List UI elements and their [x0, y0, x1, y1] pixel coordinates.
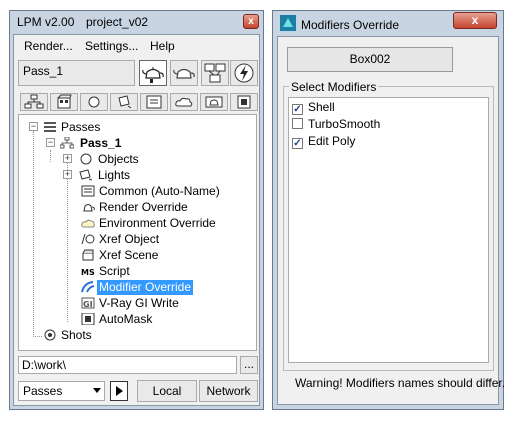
max-logo-icon — [280, 15, 296, 31]
teapot-icon — [83, 204, 95, 212]
browse-button[interactable]: ... — [240, 356, 258, 374]
quick-render-button[interactable] — [230, 60, 258, 86]
menu-settings[interactable]: Settings... — [85, 39, 138, 53]
environment-button[interactable] — [170, 93, 198, 111]
turbosmooth-checkbox[interactable] — [292, 118, 303, 129]
chevron-down-icon — [93, 388, 101, 393]
tree-item-automask[interactable]: AutoMask — [99, 312, 152, 327]
close-icon: x — [248, 16, 254, 27]
cloud-icon — [175, 97, 193, 107]
collapse-toggle[interactable]: − — [29, 122, 38, 131]
tree-line — [50, 150, 51, 162]
automask-button[interactable] — [230, 93, 258, 111]
mask-icon — [81, 313, 95, 325]
expand-toggle[interactable]: + — [63, 170, 72, 179]
tree-line — [33, 336, 42, 337]
select-modifiers-label: Select Modifiers — [289, 80, 379, 94]
sphere-icon — [88, 96, 100, 108]
list-icon — [44, 122, 56, 132]
gi-write-icon: GI — [81, 297, 95, 309]
clapper-icon — [57, 94, 72, 109]
lightning-icon — [234, 63, 254, 83]
current-pass-field[interactable]: Pass_1 — [18, 60, 135, 86]
hierarchy-icon — [24, 94, 44, 109]
modifier-row-turbosmooth[interactable]: TurboSmooth — [292, 117, 380, 132]
object-name-button[interactable]: Box002 — [287, 47, 453, 72]
clapper-icon — [82, 249, 94, 261]
tree-pass-1[interactable]: Pass_1 — [80, 136, 121, 151]
list-icon — [146, 95, 162, 109]
tree-item-xref-scene[interactable]: Xref Scene — [99, 248, 158, 263]
edit-poly-checkbox[interactable]: ✓ — [292, 138, 303, 149]
warning-text: Warning! Modifiers names should differ. — [295, 376, 506, 390]
output-path-field[interactable]: D:\work\ — [18, 356, 237, 374]
tree-root-passes[interactable]: Passes — [61, 120, 100, 135]
tree-item-script[interactable]: Script — [99, 264, 130, 279]
tree-item-render-override[interactable]: Render Override — [99, 200, 188, 215]
teapot-settings-button[interactable] — [170, 60, 198, 86]
xref-object-icon — [81, 233, 95, 245]
teapot-outline-icon — [173, 68, 195, 79]
tree-item-vray-gi-write[interactable]: V-Ray GI Write — [99, 296, 179, 311]
modifier-label: Edit Poly — [308, 134, 356, 148]
sphere-icon — [80, 153, 92, 165]
modover-title: Modifiers Override — [301, 18, 400, 32]
modifier-row-edit-poly[interactable]: ✓ Edit Poly — [292, 134, 355, 149]
network-render-button-bottom[interactable]: Network — [199, 380, 258, 402]
tree-line — [67, 162, 68, 322]
modover-close-button[interactable]: x — [453, 12, 497, 29]
add-shot-button[interactable] — [50, 93, 78, 111]
tree-item-common[interactable]: Common (Auto-Name) — [99, 184, 220, 199]
teapot-small-icon — [205, 96, 223, 108]
network-render-button[interactable] — [201, 60, 229, 86]
lpm-title: LPM v2.00 — [17, 15, 75, 29]
local-render-button[interactable]: Local — [137, 380, 197, 402]
tree-root-shots[interactable]: Shots — [61, 328, 92, 343]
modifier-label: Shell — [308, 100, 335, 114]
svg-text:GI: GI — [83, 300, 93, 309]
shell-checkbox[interactable]: ✓ — [292, 104, 303, 115]
network-icon — [204, 63, 226, 83]
hierarchy-icon — [60, 137, 74, 149]
tree-item-objects[interactable]: Objects — [98, 152, 139, 167]
tree-item-modifier-override[interactable]: Modifier Override — [97, 280, 194, 295]
collapse-toggle[interactable]: − — [46, 138, 55, 147]
teapot-icon — [142, 67, 164, 83]
expand-toggle[interactable]: + — [63, 154, 72, 163]
menu-help[interactable]: Help — [150, 39, 175, 53]
maxscript-icon: MS — [81, 266, 95, 277]
add-pass-button[interactable] — [20, 93, 48, 111]
tree-item-lights[interactable]: Lights — [98, 168, 130, 183]
objects-button[interactable] — [80, 93, 108, 111]
list-icon — [81, 185, 95, 197]
view-mode-select[interactable]: Passes — [18, 381, 105, 401]
svg-text:MS: MS — [81, 268, 95, 277]
modifier-row-shell[interactable]: ✓ Shell — [292, 100, 335, 115]
light-icon — [118, 95, 132, 109]
lpm-project-name: project_v02 — [86, 15, 149, 29]
modifier-icon — [81, 281, 95, 293]
tree-line — [33, 131, 34, 337]
menu-render[interactable]: Render... — [24, 39, 73, 53]
lights-button[interactable] — [110, 93, 138, 111]
tree-item-xref-object[interactable]: Xref Object — [99, 232, 159, 247]
render-teapot-button[interactable] — [139, 60, 167, 86]
modifier-label: TurboSmooth — [308, 117, 381, 131]
close-icon: x — [471, 13, 479, 27]
common-button[interactable] — [140, 93, 168, 111]
play-icon — [116, 386, 123, 396]
lpm-close-button[interactable]: x — [243, 14, 259, 29]
view-mode-value: Passes — [23, 384, 63, 398]
render-override-button[interactable] — [200, 93, 228, 111]
tree-item-environment-override[interactable]: Environment Override — [99, 216, 216, 231]
play-button[interactable] — [110, 381, 128, 401]
mask-icon — [237, 95, 251, 109]
cloud-icon — [81, 219, 95, 228]
light-icon — [79, 169, 93, 181]
film-reel-icon — [44, 329, 56, 341]
